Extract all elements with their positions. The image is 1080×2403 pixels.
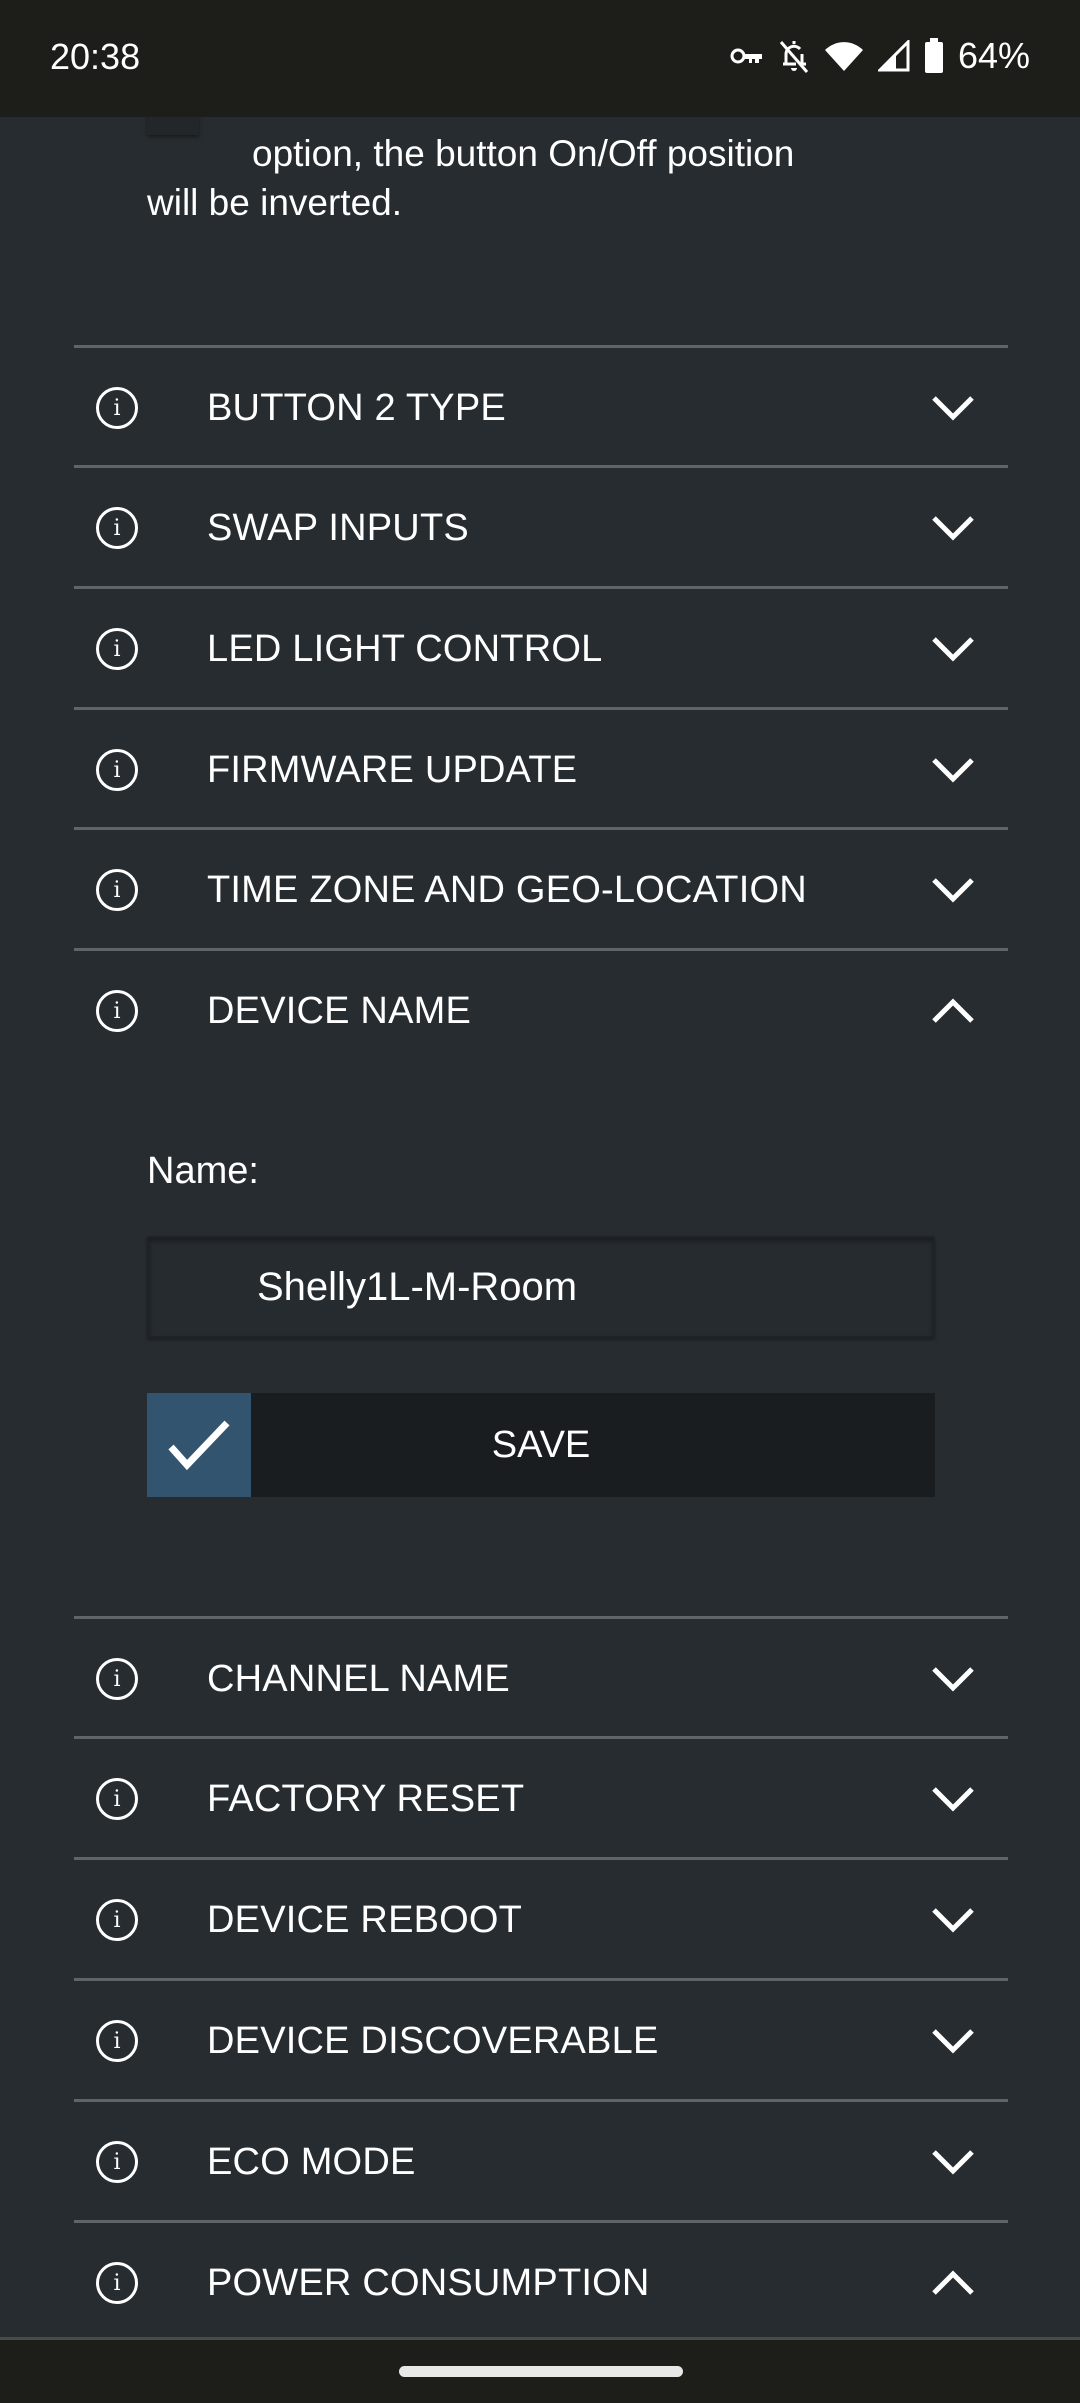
section-channel-name[interactable]: i CHANNEL NAME (74, 1616, 1008, 1739)
chevron-up-icon (932, 998, 974, 1023)
status-time: 20:38 (50, 36, 141, 77)
chevron-up-icon (932, 2270, 974, 2295)
cell-signal-icon (877, 40, 910, 72)
section-device-name[interactable]: i DEVICE NAME (74, 948, 1008, 1071)
section-label: TIME ZONE AND GEO-LOCATION (207, 868, 807, 911)
section-label: FACTORY RESET (207, 1777, 525, 1820)
info-icon[interactable]: i (96, 507, 138, 549)
chevron-down-icon (932, 396, 974, 421)
section-label: SWAP INPUTS (207, 506, 469, 549)
device-name-input[interactable] (147, 1236, 935, 1338)
section-swap-inputs[interactable]: i SWAP INPUTS (74, 465, 1008, 588)
status-icons: 64% (730, 34, 1030, 78)
section-label: DEVICE NAME (207, 989, 472, 1032)
section-label: BUTTON 2 TYPE (207, 386, 506, 429)
info-icon[interactable]: i (96, 628, 138, 670)
section-label: ECO MODE (207, 2140, 416, 2183)
section-power-consumption[interactable]: i POWER CONSUMPTION (74, 2220, 1008, 2337)
section-label: CHANNEL NAME (207, 1657, 510, 1700)
home-gesture-handle[interactable] (399, 2366, 683, 2377)
section-button-2-type[interactable]: i BUTTON 2 TYPE (74, 345, 1008, 468)
section-firmware-update[interactable]: i FIRMWARE UPDATE (74, 707, 1008, 830)
section-label: DEVICE DISCOVERABLE (207, 2019, 659, 2062)
info-icon[interactable]: i (96, 1658, 138, 1700)
chevron-down-icon (932, 2150, 974, 2175)
section-eco-mode[interactable]: i ECO MODE (74, 2099, 1008, 2222)
info-icon[interactable]: i (96, 2262, 138, 2304)
info-icon[interactable]: i (96, 869, 138, 911)
navigation-bar (0, 2337, 1080, 2403)
settings-scroll-area[interactable]: option, the button On/Off position will … (0, 117, 1080, 2337)
battery-percent: 64% (957, 35, 1030, 76)
chevron-down-icon (932, 637, 974, 662)
info-icon[interactable]: i (96, 749, 138, 791)
name-label: Name: (147, 1150, 259, 1192)
chevron-down-icon (932, 516, 974, 541)
chevron-down-icon (932, 1667, 974, 1692)
save-button[interactable]: SAVE (147, 1393, 935, 1497)
wifi-icon (824, 40, 864, 72)
status-bar: 20:38 64% (0, 0, 1080, 117)
save-label: SAVE (491, 1423, 591, 1466)
chevron-down-icon (932, 2029, 974, 2054)
invert-description: option, the button On/Off position will … (147, 133, 795, 223)
section-led-light-control[interactable]: i LED LIGHT CONTROL (74, 586, 1008, 709)
section-label: FIRMWARE UPDATE (207, 748, 578, 791)
info-icon[interactable]: i (96, 387, 138, 429)
checkmark-icon (147, 1393, 251, 1497)
section-label: LED LIGHT CONTROL (207, 627, 603, 670)
section-factory-reset[interactable]: i FACTORY RESET (74, 1736, 1008, 1859)
chevron-down-icon (932, 1908, 974, 1933)
vpn-key-icon (730, 45, 764, 67)
info-icon[interactable]: i (96, 2020, 138, 2062)
chevron-down-icon (932, 1787, 974, 1812)
notifications-off-icon (778, 38, 810, 74)
section-time-zone[interactable]: i TIME ZONE AND GEO-LOCATION (74, 827, 1008, 950)
section-label: POWER CONSUMPTION (207, 2261, 650, 2304)
chevron-down-icon (932, 878, 974, 903)
section-device-reboot[interactable]: i DEVICE REBOOT (74, 1857, 1008, 1980)
section-label: DEVICE REBOOT (207, 1898, 523, 1941)
info-icon[interactable]: i (96, 1899, 138, 1941)
info-icon[interactable]: i (96, 990, 138, 1032)
battery-icon (924, 38, 944, 74)
section-device-discoverable[interactable]: i DEVICE DISCOVERABLE (74, 1978, 1008, 2101)
info-icon[interactable]: i (96, 1778, 138, 1820)
info-icon[interactable]: i (96, 2141, 138, 2183)
chevron-down-icon (932, 758, 974, 783)
